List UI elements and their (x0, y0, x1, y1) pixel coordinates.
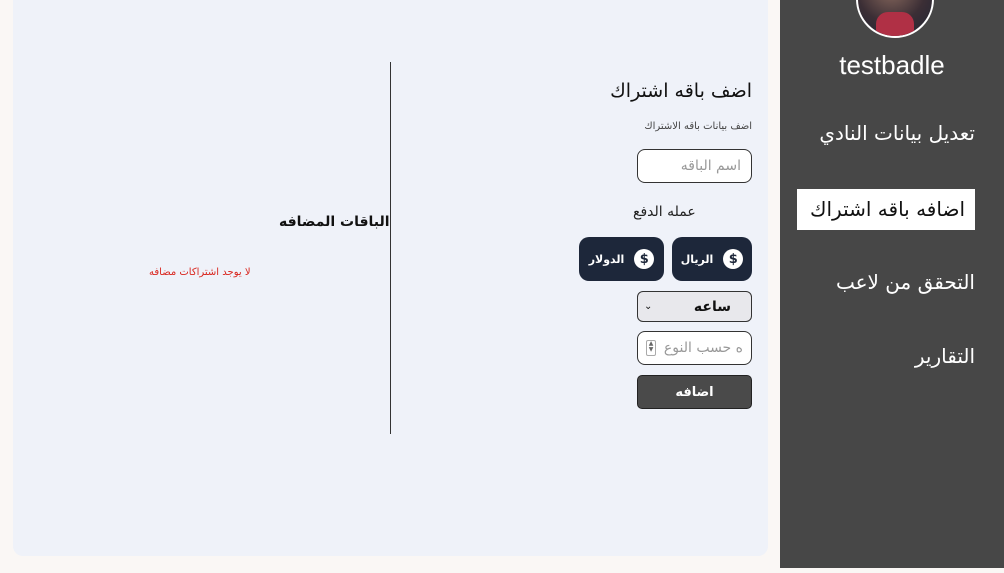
packages-title: الباقات المضافه (279, 214, 390, 230)
duration-select[interactable]: ساعه ⌄ (637, 291, 752, 322)
avatar[interactable] (856, 0, 934, 38)
section-divider (390, 62, 391, 434)
username: testbadle (839, 50, 945, 80)
dollar-icon: $ (723, 249, 744, 269)
quantity-input[interactable]: ه حسب النوع ▲ ▼ (637, 331, 752, 365)
currency-dollar-button[interactable]: $ الدولار (579, 237, 664, 281)
sidebar-item-verify-player[interactable]: التحقق من لاعب (836, 270, 975, 294)
packages-empty-message: لا يوجد اشتراكات مضافه (149, 267, 251, 278)
form-title: اضف باقه اشتراك (610, 80, 752, 102)
dollar-icon: $ (634, 249, 655, 269)
quantity-placeholder: ه حسب النوع (663, 340, 743, 356)
duration-value: ساعه (693, 298, 731, 315)
form-subtitle: اضف بيانات باقه الاشتراك (644, 121, 752, 132)
currency-riyal-button[interactable]: $ الريال (672, 237, 752, 281)
sidebar-item-edit-club[interactable]: تعديل بيانات النادي (819, 121, 975, 145)
sidebar: testbadle تعديل بيانات النادي اضافه باقه… (780, 0, 1004, 568)
currency-riyal-label: الريال (680, 252, 714, 266)
sidebar-item-reports[interactable]: التقارير (915, 344, 975, 368)
sidebar-item-add-package[interactable]: اضافه باقه اشتراك (797, 189, 975, 230)
stepper-icon[interactable]: ▲ ▼ (646, 340, 656, 356)
avatar-figure (876, 12, 914, 36)
chevron-down-icon: ⌄ (644, 301, 653, 312)
currency-label: عمله الدفع (633, 204, 696, 220)
package-name-input[interactable] (637, 149, 752, 183)
add-package-button[interactable]: اضافه (637, 375, 752, 409)
currency-dollar-label: الدولار (588, 252, 625, 266)
main-panel: اضف باقه اشتراك اضف بيانات باقه الاشتراك… (13, 0, 768, 556)
